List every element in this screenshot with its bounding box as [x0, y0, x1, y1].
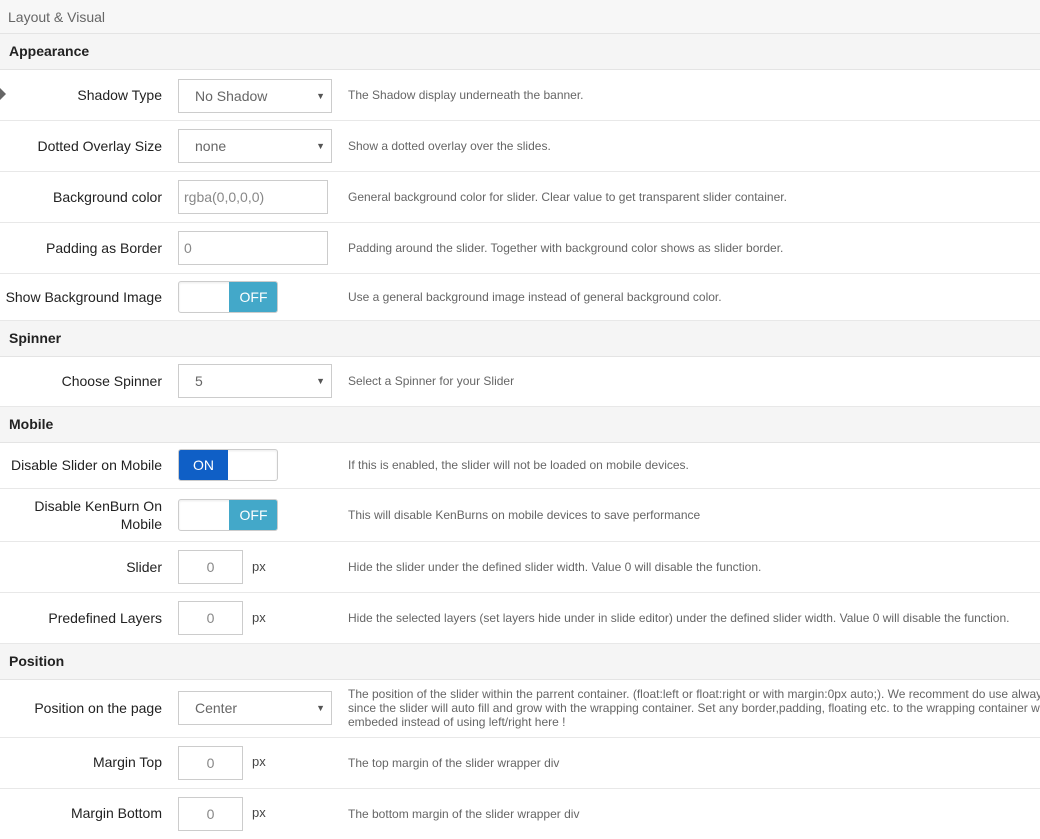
row-background-color: Background color rgba(0,0,0,0) General b…	[0, 172, 1040, 223]
padding-border-input[interactable]: 0	[178, 231, 328, 265]
slider-width-input[interactable]: 0	[178, 550, 243, 584]
predefined-layers-value: 0	[206, 610, 215, 626]
caret-down-icon: ▼	[316, 703, 325, 713]
background-color-desc: General background color for slider. Cle…	[348, 190, 787, 204]
slider-width-desc: Hide the slider under the defined slider…	[348, 560, 762, 574]
row-slider-width: Slider 0 px Hide the slider under the de…	[0, 542, 1040, 593]
choose-spinner-label: Choose Spinner	[61, 373, 162, 389]
padding-border-label: Padding as Border	[46, 240, 162, 256]
section-position: Position	[0, 644, 1040, 680]
choose-spinner-select[interactable]: 5 ▼	[178, 364, 332, 398]
margin-top-desc: The top margin of the slider wrapper div	[348, 756, 560, 770]
caret-down-icon: ▼	[316, 141, 325, 151]
disable-kenburn-label-line1: Disable KenBurn On	[34, 498, 162, 514]
toggle-state: OFF	[229, 500, 277, 530]
caret-down-icon: ▼	[316, 91, 325, 101]
margin-bottom-unit: px	[252, 805, 266, 820]
row-show-bg-image: Show Background Image OFF Use a general …	[0, 274, 1040, 321]
slider-width-value: 0	[206, 559, 215, 575]
position-page-value: Center	[195, 700, 238, 716]
margin-top-label: Margin Top	[92, 754, 162, 770]
triangle-right-icon	[0, 88, 6, 100]
show-bg-image-label: Show Background Image	[5, 289, 162, 305]
section-appearance: Appearance	[0, 34, 1040, 70]
shadow-type-label: Shadow Type	[77, 87, 162, 103]
background-color-input[interactable]: rgba(0,0,0,0)	[178, 180, 328, 214]
disable-kenburn-desc: This will disable KenBurns on mobile dev…	[348, 508, 701, 522]
row-dotted-overlay: Dotted Overlay Size none ▼ Show a dotted…	[0, 121, 1040, 172]
slider-width-label: Slider	[126, 559, 162, 575]
row-predefined-layers: Predefined Layers 0 px Hide the selected…	[0, 593, 1040, 644]
position-page-desc-line3: embeded instead of using left/right here…	[348, 715, 566, 729]
dotted-overlay-label: Dotted Overlay Size	[37, 138, 163, 154]
row-disable-mobile: Disable Slider on Mobile ON If this is e…	[0, 443, 1040, 489]
predefined-layers-label: Predefined Layers	[48, 610, 162, 626]
section-mobile: Mobile	[0, 407, 1040, 443]
position-page-label: Position on the page	[34, 700, 162, 716]
toggle-state: ON	[179, 450, 228, 480]
position-page-desc-line2: since the slider will auto fill and grow…	[348, 701, 1040, 715]
row-disable-kenburn: Disable KenBurn On Mobile OFF This will …	[0, 489, 1040, 542]
disable-mobile-label: Disable Slider on Mobile	[11, 457, 162, 473]
padding-border-value: 0	[184, 240, 192, 256]
margin-bottom-desc: The bottom margin of the slider wrapper …	[348, 807, 580, 821]
row-choose-spinner: Choose Spinner 5 ▼ Select a Spinner for …	[0, 357, 1040, 407]
predefined-layers-input[interactable]: 0	[178, 601, 243, 635]
show-bg-image-desc: Use a general background image instead o…	[348, 290, 722, 304]
shadow-type-select[interactable]: No Shadow ▼	[178, 79, 332, 113]
background-color-value: rgba(0,0,0,0)	[184, 189, 265, 205]
shadow-type-desc: The Shadow display underneath the banner…	[348, 88, 584, 102]
margin-bottom-value: 0	[206, 806, 215, 822]
margin-top-value: 0	[206, 755, 215, 771]
dotted-overlay-select[interactable]: none ▼	[178, 129, 332, 163]
position-page-desc-line1: The position of the slider within the pa…	[348, 687, 1040, 701]
dotted-overlay-value: none	[195, 138, 227, 154]
disable-kenburn-toggle[interactable]: OFF	[178, 499, 278, 531]
disable-mobile-desc: If this is enabled, the slider will not …	[348, 458, 689, 472]
disable-kenburn-label: Disable KenBurn On Mobile	[0, 497, 162, 533]
margin-bottom-label: Margin Bottom	[70, 805, 162, 821]
row-position-page: Position on the page Center ▼ The positi…	[0, 680, 1040, 738]
choose-spinner-desc: Select a Spinner for your Slider	[348, 374, 515, 388]
shadow-type-value: No Shadow	[195, 88, 268, 104]
caret-down-icon: ▼	[316, 376, 325, 386]
row-margin-bottom: Margin Bottom 0 px The bottom margin of …	[0, 789, 1040, 839]
row-shadow-type: Shadow Type No Shadow ▼ The Shadow displ…	[0, 70, 1040, 121]
panel-title: Layout & Visual	[0, 0, 1040, 34]
disable-kenburn-label-line2: Mobile	[120, 516, 162, 532]
slider-width-unit: px	[252, 559, 266, 574]
margin-top-input[interactable]: 0	[178, 746, 243, 780]
toggle-state: OFF	[229, 282, 277, 312]
row-padding-border: Padding as Border 0 Padding around the s…	[0, 223, 1040, 274]
disable-mobile-toggle[interactable]: ON	[178, 449, 278, 481]
position-page-select[interactable]: Center ▼	[178, 691, 332, 725]
show-bg-image-toggle[interactable]: OFF	[178, 281, 278, 313]
section-spinner: Spinner	[0, 321, 1040, 357]
padding-border-desc: Padding around the slider. Together with…	[348, 241, 784, 255]
predefined-layers-desc: Hide the selected layers (set layers hid…	[348, 611, 1010, 625]
row-margin-top: Margin Top 0 px The top margin of the sl…	[0, 738, 1040, 789]
dotted-overlay-desc: Show a dotted overlay over the slides.	[348, 139, 551, 153]
margin-top-unit: px	[252, 754, 266, 769]
background-color-label: Background color	[53, 189, 162, 205]
predefined-layers-unit: px	[252, 610, 266, 625]
choose-spinner-value: 5	[195, 373, 203, 389]
margin-bottom-input[interactable]: 0	[178, 797, 243, 831]
